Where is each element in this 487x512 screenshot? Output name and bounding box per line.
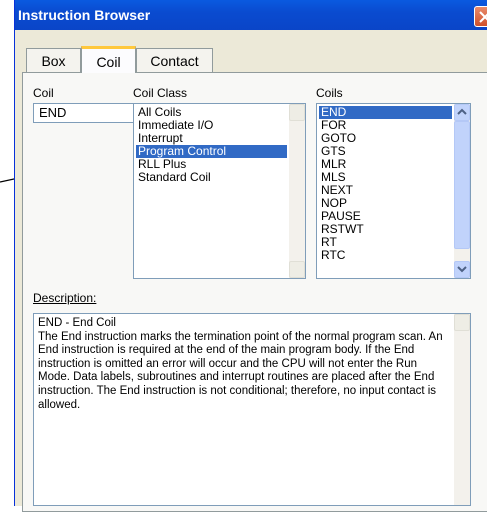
description-box[interactable]: END - End Coil The End instruction marks…: [33, 313, 471, 506]
coil-class-scrollbar[interactable]: [289, 104, 305, 278]
window-title: Instruction Browser: [18, 7, 151, 23]
coil-class-label: Coil Class: [133, 86, 188, 100]
close-button[interactable]: [474, 6, 487, 27]
description-title: END - End Coil: [38, 317, 116, 329]
coil-class-item-standard-coil[interactable]: Standard Coil: [136, 171, 211, 184]
scroll-down-button[interactable]: [454, 261, 470, 278]
tab-coil[interactable]: Coil: [81, 46, 136, 73]
chevron-up-icon: [457, 108, 467, 115]
chevron-down-icon: [457, 266, 467, 273]
coils-item-rtc[interactable]: RTC: [319, 249, 345, 262]
description-scrollbar[interactable]: [454, 314, 470, 505]
scroll-down-button[interactable]: [289, 261, 305, 278]
coils-list[interactable]: END FOR GOTO GTS MLR MLS NEXT NOP PAUSE …: [316, 103, 471, 279]
coil-label: Coil: [33, 86, 54, 100]
coil-input[interactable]: END: [33, 103, 136, 123]
title-bar[interactable]: Instruction Browser: [15, 0, 487, 30]
coils-scrollbar[interactable]: [454, 104, 470, 278]
scroll-up-button[interactable]: [454, 104, 470, 121]
scroll-thumb[interactable]: [454, 121, 470, 249]
coils-label: Coils: [316, 86, 343, 100]
tab-contact[interactable]: Contact: [136, 48, 213, 72]
scroll-up-button[interactable]: [289, 104, 305, 121]
tab-box[interactable]: Box: [26, 48, 81, 72]
description-label: Description:: [33, 291, 96, 305]
coil-class-list[interactable]: All Coils Immediate I/O Interrupt Progra…: [133, 103, 306, 279]
description-text: The End instruction marks the terminatio…: [38, 330, 443, 411]
close-icon: [479, 11, 487, 23]
description-label-text: Description:: [33, 291, 97, 305]
scroll-up-button[interactable]: [454, 314, 470, 331]
